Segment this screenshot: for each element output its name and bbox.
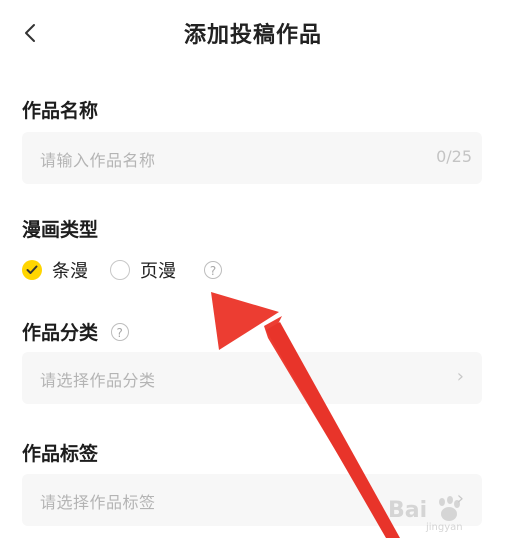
category-label: 作品分类 ? [22,318,129,345]
help-icon[interactable]: ? [204,261,222,279]
character-counter: 0/25 [436,147,472,166]
help-icon[interactable]: ? [110,323,129,341]
category-select[interactable]: 请选择作品分类 › [22,352,482,404]
tags-placeholder: 请选择作品标签 [40,493,156,512]
radio-label: 页漫 [140,261,176,282]
radio-label: 条漫 [52,261,88,282]
paw-icon [439,496,460,521]
work-name-label: 作品名称 [22,100,99,122]
work-name-placeholder: 请输入作品名称 [40,151,156,170]
category-placeholder: 请选择作品分类 [40,371,156,390]
comic-type-label: 漫画类型 [22,219,99,241]
chevron-right-icon: › [456,366,464,387]
watermark-text: Bai [388,498,428,523]
header-bar: 添加投稿作品 [0,0,506,64]
baidu-watermark: Bai jingyan [388,480,506,538]
radio-unchecked-icon [110,260,130,280]
tags-label: 作品标签 [22,443,99,465]
radio-checked-icon [22,260,42,280]
watermark-subtext: jingyan [426,522,463,533]
page-title: 添加投稿作品 [183,23,322,48]
work-name-input[interactable]: 请输入作品名称 0/25 [22,132,482,184]
category-label-text: 作品分类 [22,322,99,344]
